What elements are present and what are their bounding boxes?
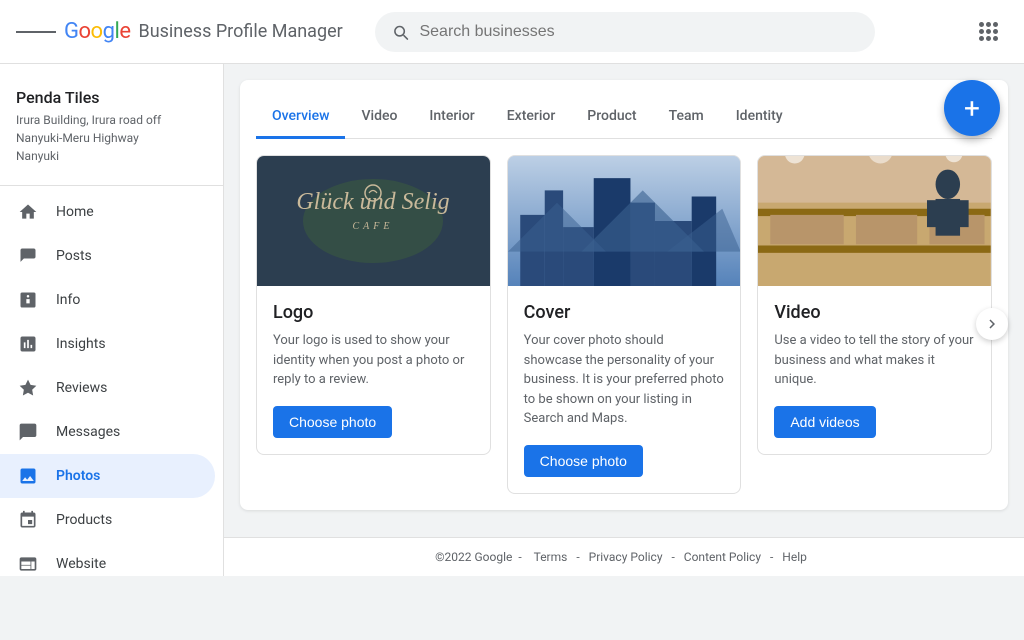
tab-identity[interactable]: Identity (720, 96, 799, 139)
header: Google Business Profile Manager (0, 0, 1024, 64)
main-content: Overview Video Interior Exterior Product… (224, 64, 1024, 576)
tab-video[interactable]: Video (345, 96, 413, 139)
cover-card-title: Cover (524, 302, 725, 323)
messages-icon (16, 420, 40, 444)
logo-image: Glück und Selig CAFE (257, 156, 490, 286)
logo-card-desc: Your logo is used to show your identity … (273, 331, 474, 390)
insights-icon (16, 332, 40, 356)
menu-button[interactable] (16, 12, 56, 52)
choose-photo-logo-button[interactable]: Choose photo (273, 406, 392, 438)
footer-terms-link[interactable]: Terms (534, 550, 568, 564)
sidebar-item-label: Messages (56, 424, 120, 440)
cover-card-body: Cover Your cover photo should showcase t… (508, 286, 741, 493)
sidebar-item-photos[interactable]: Photos (0, 454, 215, 498)
photos-icon (16, 464, 40, 488)
products-icon (16, 508, 40, 532)
sidebar-item-label: Insights (56, 336, 106, 352)
sidebar-item-label: Website (56, 556, 106, 572)
logo-illustration: Glück und Selig CAFE (293, 171, 453, 271)
hamburger-icon (16, 31, 29, 33)
video-card-desc: Use a video to tell the story of your bu… (774, 331, 975, 390)
copyright: ©2022 Google (435, 550, 512, 564)
header-right (968, 12, 1008, 52)
sidebar-item-label: Reviews (56, 380, 107, 396)
hamburger-icon (29, 31, 42, 33)
sidebar-item-label: Posts (56, 248, 92, 264)
cover-card: Cover Your cover photo should showcase t… (507, 155, 742, 494)
footer: ©2022 Google - Terms - Privacy Policy - … (224, 537, 1024, 576)
sidebar-item-label: Products (56, 512, 112, 528)
main-layout: Penda Tiles Irura Building, Irura road o… (0, 64, 1024, 576)
tab-overview[interactable]: Overview (256, 96, 345, 139)
search-input[interactable] (419, 23, 858, 41)
tab-exterior[interactable]: Exterior (491, 96, 572, 139)
sidebar-item-home[interactable]: Home (0, 190, 215, 234)
cover-image (508, 156, 741, 286)
hamburger-icon (43, 31, 56, 33)
add-videos-button[interactable]: Add videos (774, 406, 875, 438)
home-icon (16, 200, 40, 224)
google-logo: Google Business Profile Manager (64, 19, 343, 44)
sidebar-item-label: Photos (56, 468, 100, 484)
cards-wrapper: Glück und Selig CAFE Logo Your logo is u… (256, 155, 992, 494)
cover-illustration (508, 156, 741, 286)
sidebar: Penda Tiles Irura Building, Irura road o… (0, 64, 224, 576)
search-icon (391, 22, 410, 42)
sidebar-item-website[interactable]: Website (0, 542, 215, 576)
tab-team[interactable]: Team (653, 96, 720, 139)
video-image (758, 156, 991, 286)
svg-text:Glück und Selig: Glück und Selig (297, 189, 450, 215)
reviews-icon (16, 376, 40, 400)
tab-interior[interactable]: Interior (413, 96, 490, 139)
app-name: Business Profile Manager (138, 21, 342, 42)
next-arrow-button[interactable] (976, 308, 1008, 340)
video-card-body: Video Use a video to tell the story of y… (758, 286, 991, 454)
footer-privacy-link[interactable]: Privacy Policy (589, 550, 663, 564)
sidebar-item-info[interactable]: Info (0, 278, 215, 322)
tab-product[interactable]: Product (571, 96, 652, 139)
apps-button[interactable] (968, 12, 1008, 52)
logo-card-body: Logo Your logo is used to show your iden… (257, 286, 490, 454)
sidebar-divider (0, 185, 223, 186)
sidebar-item-label: Home (56, 204, 94, 220)
website-icon (16, 552, 40, 576)
video-illustration (758, 156, 991, 286)
photo-section: Overview Video Interior Exterior Product… (240, 80, 1008, 510)
video-card: Video Use a video to tell the story of y… (757, 155, 992, 455)
add-fab-button[interactable]: + (944, 80, 1000, 136)
video-card-title: Video (774, 302, 975, 323)
sidebar-item-posts[interactable]: Posts (0, 234, 215, 278)
logo-card-title: Logo (273, 302, 474, 323)
business-name: Penda Tiles (0, 72, 223, 111)
footer-help-link[interactable]: Help (782, 550, 807, 564)
business-address: Irura Building, Irura road off Nanyuki-M… (0, 111, 223, 181)
sidebar-item-products[interactable]: Products (0, 498, 215, 542)
choose-photo-cover-button[interactable]: Choose photo (524, 445, 643, 477)
info-icon (16, 288, 40, 312)
cards-row: Glück und Selig CAFE Logo Your logo is u… (256, 155, 992, 494)
plus-icon: + (964, 92, 980, 125)
cover-card-desc: Your cover photo should showcase the per… (524, 331, 725, 429)
sidebar-item-label: Info (56, 292, 80, 308)
footer-content-policy-link[interactable]: Content Policy (684, 550, 761, 564)
search-bar (375, 12, 875, 52)
svg-text:CAFE: CAFE (353, 221, 394, 232)
sidebar-item-messages[interactable]: Messages (0, 410, 215, 454)
grid-icon (979, 22, 998, 41)
sidebar-item-reviews[interactable]: Reviews (0, 366, 215, 410)
sidebar-item-insights[interactable]: Insights (0, 322, 215, 366)
tabs-bar: Overview Video Interior Exterior Product… (256, 96, 992, 139)
posts-icon (16, 244, 40, 268)
logo-card: Glück und Selig CAFE Logo Your logo is u… (256, 155, 491, 455)
